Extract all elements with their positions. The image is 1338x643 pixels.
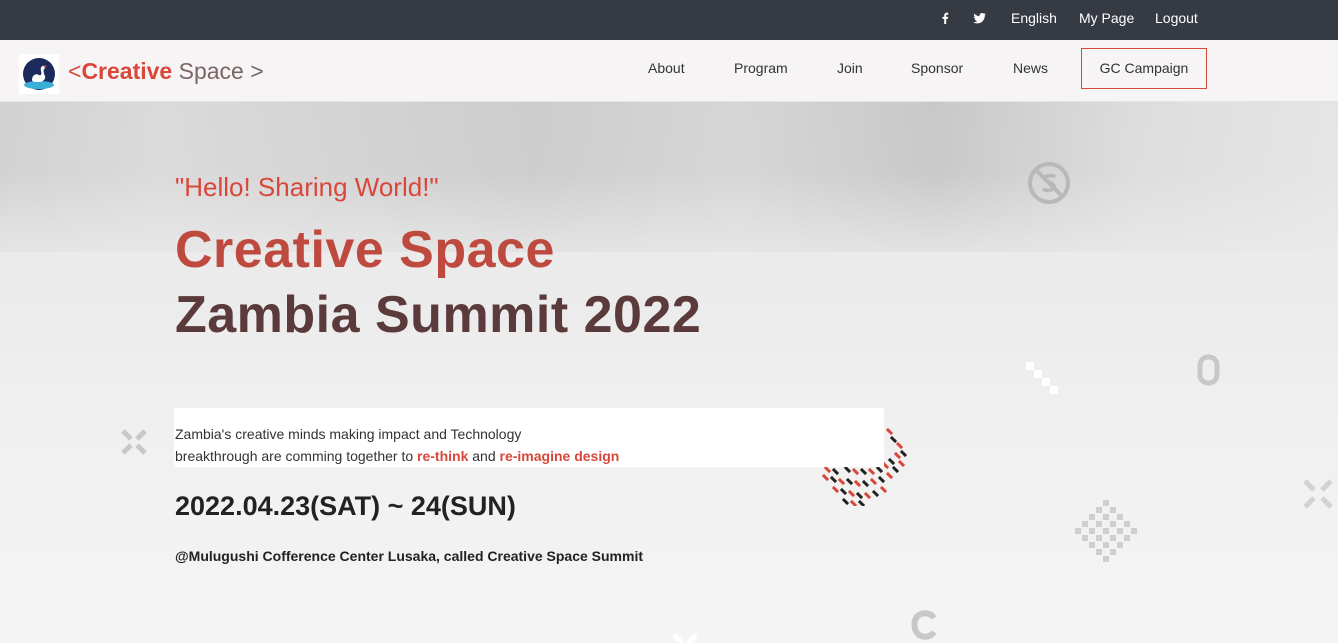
nav-sponsor[interactable]: Sponsor: [911, 40, 963, 102]
brand-light: Space >: [172, 58, 264, 84]
nav-join[interactable]: Join: [837, 40, 863, 102]
my-page-link[interactable]: My Page: [1079, 0, 1134, 40]
cross-mark-icon: [121, 429, 147, 455]
event-date: 2022.04.23(SAT) ~ 24(SUN): [175, 491, 516, 521]
twitter-icon[interactable]: [973, 0, 989, 40]
checker-diamond-icon: [1075, 500, 1137, 562]
language-link[interactable]: English: [1011, 0, 1057, 40]
nav-news[interactable]: News: [1013, 40, 1048, 102]
no-dollar-icon: [1028, 162, 1070, 204]
hero-tagline: "Hello! Sharing World!": [175, 172, 439, 202]
hero-section: "Hello! Sharing World!" Creative Space Z…: [0, 102, 1338, 643]
logout-link[interactable]: Logout: [1155, 0, 1198, 40]
brand-bracket: <: [68, 58, 82, 84]
swan-logo-icon[interactable]: [19, 54, 59, 94]
hero-description: Zambia's creative minds making impact an…: [174, 408, 884, 467]
hero-title-line2: Zambia Summit 2022: [175, 286, 702, 344]
brand-wordmark[interactable]: <Creative Space >: [68, 58, 264, 85]
pixel-steps-icon: [1026, 362, 1058, 394]
nav-program[interactable]: Program: [734, 40, 788, 102]
zero-glyph-icon: [1197, 354, 1220, 386]
top-utility-bar: English My Page Logout: [0, 0, 1338, 40]
description-line1: Zambia's creative minds making impact an…: [175, 426, 522, 442]
event-venue: @Mulugushi Cofference Center Lusaka, cal…: [175, 548, 644, 564]
gc-campaign-button[interactable]: GC Campaign: [1081, 48, 1207, 89]
highlight-rethink: re-think: [417, 448, 469, 464]
main-header: <Creative Space > About Program Join Spo…: [0, 40, 1338, 102]
hero-title-line1: Creative Space: [175, 221, 555, 279]
nav-about[interactable]: About: [648, 40, 685, 102]
description-line2-start: breakthrough are comming together to: [175, 448, 418, 464]
description-middle: and: [468, 448, 500, 464]
c-glyph-icon: [911, 610, 937, 640]
cross-mark-icon-bottom: [672, 633, 698, 643]
highlight-reimagine: re-imagine design: [499, 448, 620, 464]
cross-mark-icon-right: [1303, 479, 1333, 509]
brand-bold: Creative: [81, 58, 173, 84]
facebook-icon[interactable]: [940, 0, 950, 40]
